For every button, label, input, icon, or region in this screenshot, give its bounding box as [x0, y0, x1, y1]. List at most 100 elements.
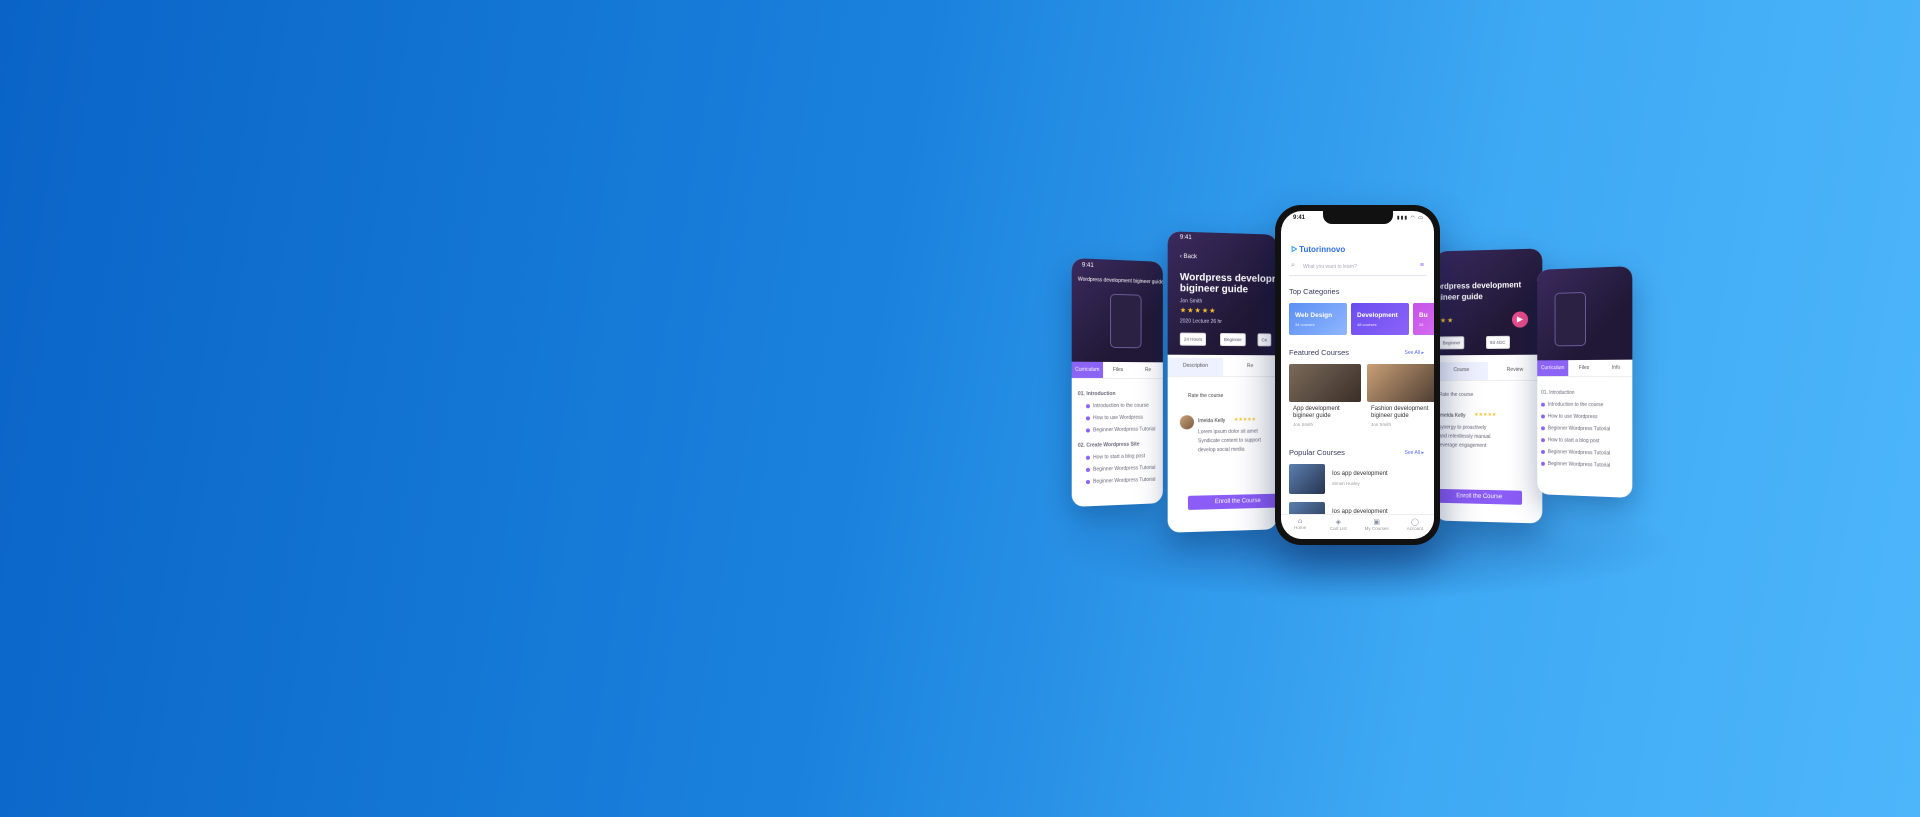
course-preview-image	[1554, 291, 1586, 347]
nav-cart-list[interactable]: ◈ Cart List	[1319, 515, 1357, 539]
search-icon: ⌕	[1291, 262, 1295, 269]
lesson-item[interactable]: Beginner Wordpress Tutorial	[1085, 426, 1155, 433]
course-title: Wordpress development bigineer guide	[1179, 272, 1278, 296]
reviewer-name: Imelda Kelly	[1438, 412, 1466, 419]
enroll-button[interactable]: Enroll the Course	[1436, 488, 1523, 505]
duration-chip: 24 Hours	[1179, 332, 1207, 346]
nav-home[interactable]: ⌂ Home	[1281, 515, 1319, 539]
rate-course-label[interactable]: Rate the course	[1188, 393, 1223, 399]
nav-account[interactable]: ◯ Account	[1396, 515, 1434, 539]
popular-courses-title: Popular Courses	[1289, 448, 1345, 457]
course-title: Wordpress development bigineer guide	[1434, 280, 1522, 303]
far-left-screen: 9:41 Wordpress development bigineer guid…	[1071, 258, 1163, 507]
tab-files[interactable]: Files	[1568, 360, 1600, 376]
bottom-nav: ⌂ Home ◈ Cart List ▣ My Courses ◯ Account	[1281, 514, 1434, 539]
left-detail-header: 9:41 ‹ Back Wordpress development bigine…	[1167, 231, 1278, 356]
review-text: synergy to proactively	[1438, 424, 1487, 431]
section-heading: 01. Introduction	[1077, 391, 1116, 398]
home-icon: ⌂	[1298, 518, 1303, 525]
course-name: Fashion development bigineer guide	[1371, 406, 1429, 419]
course-author: Jon Smith	[1293, 422, 1314, 427]
lesson-item[interactable]: Beginner Wordpress Tutorial	[1085, 465, 1155, 473]
lesson-item[interactable]: Beginner Wordpress Tutorial	[1085, 477, 1155, 485]
search-input[interactable]: What you want to learn?	[1303, 264, 1357, 270]
cart-icon: ◈	[1335, 519, 1342, 526]
rate-course-label[interactable]: Rate the course	[1439, 392, 1474, 398]
home-screen: 9:41 ▮▮▮ ◠ ▭ ᐅ Tutorinnovo ⌕ What you wan…	[1281, 211, 1434, 539]
lesson-item[interactable]: How to start a blog post	[1541, 437, 1599, 444]
lesson-item[interactable]: How to use Wordpress	[1541, 414, 1597, 420]
review-text: Syndicate content to support	[1198, 437, 1261, 445]
lesson-item[interactable]: How to start a blog post	[1085, 453, 1145, 461]
course-name: Ios app development	[1332, 471, 1388, 477]
course-author: Jon Smith	[1179, 298, 1203, 305]
lesson-item[interactable]: Introduction to the course	[1541, 402, 1603, 408]
hero-banner: 9:41 Wordpress development bigineer guid…	[0, 0, 1920, 817]
right-detail-tabs: Course Review	[1434, 361, 1543, 382]
featured-see-all-link[interactable]: See All ▸	[1405, 350, 1424, 356]
far-right-tabs: Curriculum Files Info	[1537, 359, 1633, 378]
review-stars: ★★★★★	[1233, 416, 1257, 423]
category-web-design[interactable]: Web Design 34 courses	[1289, 303, 1347, 335]
logo-icon: ᐅ	[1291, 245, 1298, 254]
lesson-item[interactable]: Beginner Wordpress Tutorial	[1541, 461, 1610, 469]
tab-curriculum[interactable]: Curriculum	[1071, 361, 1103, 378]
filter-icon[interactable]: ≡	[1420, 262, 1424, 269]
far-left-time: 9:41	[1081, 262, 1094, 270]
popular-see-all-link[interactable]: See All ▸	[1405, 450, 1424, 456]
tab-review[interactable]: Review	[1488, 362, 1542, 380]
section-heading: 02. Create Wordpress Site	[1077, 441, 1140, 449]
right-detail-header: Wordpress development bigineer guide ★★★…	[1434, 248, 1543, 356]
review-text: and relentlessly manual	[1438, 433, 1491, 441]
course-author: Simon Huxley	[1332, 481, 1360, 486]
far-right-header	[1537, 266, 1633, 361]
back-link[interactable]: ‹ Back	[1180, 254, 1197, 260]
left-detail-screen: 9:41 ‹ Back Wordpress development bigine…	[1167, 231, 1278, 533]
tab-files[interactable]: Files	[1103, 362, 1133, 378]
tab-description[interactable]: Description	[1167, 357, 1223, 376]
review-text: develop social media	[1198, 446, 1245, 454]
right-detail-screen: Wordpress development bigineer guide ★★★…	[1434, 248, 1543, 524]
category-business[interactable]: Bu 26	[1413, 303, 1434, 335]
lesson-item[interactable]: How to use Wordpress	[1085, 415, 1143, 422]
tab-info[interactable]: Info	[1600, 360, 1632, 376]
status-time: 9:41	[1293, 215, 1306, 221]
level-chip: Beginner	[1438, 336, 1465, 350]
lecture-chip: 93 4GC	[1486, 335, 1510, 350]
left-detail-tabs: Description Re	[1167, 357, 1278, 378]
course-thumbnail	[1289, 364, 1361, 402]
lesson-item[interactable]: Introduction to the course	[1085, 403, 1149, 410]
enroll-button[interactable]: Enroll the Course	[1187, 493, 1278, 510]
far-left-header: 9:41 Wordpress development bigineer guid…	[1071, 258, 1163, 363]
courses-icon: ▣	[1373, 519, 1380, 526]
tab-re[interactable]: Re	[1133, 362, 1163, 378]
popular-course-item[interactable]: Ios app development Simon Huxley	[1289, 464, 1429, 494]
left-time: 9:41	[1179, 234, 1192, 242]
course-author: Jon Smith	[1371, 422, 1392, 427]
tab-course[interactable]: Course	[1434, 362, 1488, 381]
account-icon: ◯	[1410, 519, 1419, 526]
play-icon[interactable]: ▶	[1511, 311, 1529, 328]
review-text: Lorem ipsum dolor sit amet	[1198, 428, 1258, 436]
certificate-chip: Ce	[1257, 333, 1272, 347]
phone-notch	[1323, 211, 1393, 224]
course-thumbnail	[1289, 464, 1325, 494]
course-meta: 2020 Lecture 26 hr	[1179, 318, 1222, 325]
app-logo[interactable]: ᐅ Tutorinnovo	[1291, 245, 1345, 254]
status-icons: ▮▮▮ ◠ ▭	[1396, 215, 1424, 221]
category-development[interactable]: Development 48 courses	[1351, 303, 1409, 335]
rating-stars: ★★★★★	[1179, 307, 1217, 315]
featured-course-card[interactable]: Fashion development bigineer guide Jon S…	[1367, 364, 1434, 439]
course-preview-image	[1110, 293, 1142, 349]
main-phone: 9:41 ▮▮▮ ◠ ▭ ᐅ Tutorinnovo ⌕ What you wan…	[1275, 205, 1440, 545]
featured-course-card[interactable]: App development bigineer guide Jon Smith	[1289, 364, 1361, 439]
featured-courses-title: Featured Courses	[1289, 348, 1350, 357]
section-heading: 01. Introduction	[1541, 389, 1575, 396]
lesson-item[interactable]: Beginner Wordpress Tutorial	[1541, 425, 1610, 432]
review-text: leverage engagement	[1438, 442, 1487, 449]
nav-my-courses[interactable]: ▣ My Courses	[1358, 515, 1396, 539]
lesson-item[interactable]: Beginner Wordpress Tutorial	[1541, 449, 1610, 457]
tab-reviews[interactable]: Re	[1223, 358, 1277, 376]
search-bar[interactable]: ⌕ What you want to learn? ≡	[1289, 261, 1426, 276]
tab-curriculum[interactable]: Curriculum	[1537, 360, 1569, 377]
